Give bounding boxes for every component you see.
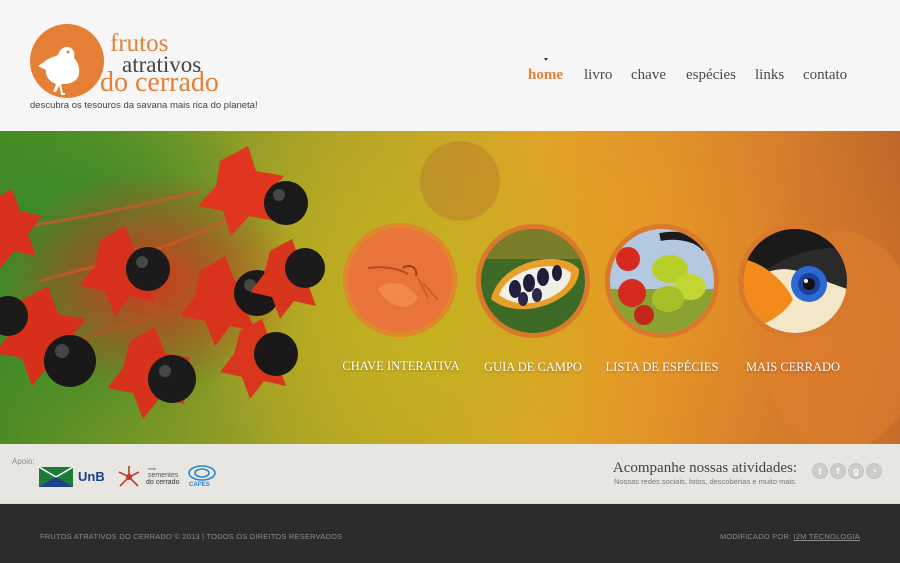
site-tagline: descubra os tesouros da savana mais rica… <box>30 100 258 111</box>
guia-de-campo-circle[interactable] <box>476 224 590 338</box>
active-indicator-icon <box>544 58 548 61</box>
footer: FRUTOS ATRATIVOS DO CERRADO © 2013 | TOD… <box>0 504 900 563</box>
do-cerrado-text: do cerrado <box>146 479 180 486</box>
unb-text: UnB <box>78 469 105 484</box>
mais-cerrado-circle[interactable] <box>738 224 852 338</box>
apoio-label: Apoio: <box>12 457 35 466</box>
mais-cerrado-label[interactable]: MAIS CERRADO <box>713 360 873 375</box>
nav-links[interactable]: links <box>755 67 784 84</box>
header: frutos atrativos do cerrado descubra os … <box>0 0 900 131</box>
nav-livro[interactable]: livro <box>584 67 612 84</box>
facebook-icon[interactable]: f <box>830 463 846 479</box>
sementes-rede-text: rede <box>148 466 157 471</box>
unb-logo[interactable]: UnB <box>38 464 108 490</box>
follow-subtitle: Nossas redes sociais, fotos, descobertas… <box>614 477 797 486</box>
google-plus-icon[interactable]: g <box>848 463 864 479</box>
modified-by: MODIFICADO POR: I2M TECNOLOGIA <box>720 532 860 541</box>
sementes-do-cerrado-logo[interactable]: rede sementes do cerrado <box>116 464 180 490</box>
bird-logo-icon <box>30 24 104 98</box>
rss-icon[interactable]: ◔ <box>866 463 882 479</box>
nav-especies[interactable]: espécies <box>686 67 736 84</box>
follow-title: Acompanhe nossas atividades: <box>612 460 797 476</box>
copyright-text: FRUTOS ATRATIVOS DO CERRADO © 2013 | TOD… <box>40 532 343 541</box>
chave-interativa-circle[interactable] <box>343 223 457 337</box>
support-bar: Apoio: UnB rede sementes do cerrado CAPE… <box>0 444 900 504</box>
modified-by-label: MODIFICADO POR: <box>719 532 794 541</box>
lista-de-especies-circle[interactable] <box>605 224 719 338</box>
twitter-icon[interactable]: t <box>812 463 828 479</box>
nav-home[interactable]: home <box>528 67 563 84</box>
capes-logo[interactable]: CAPES <box>186 464 220 490</box>
capes-text: CAPES <box>189 482 210 488</box>
site-logo[interactable]: frutos atrativos do cerrado descubra os … <box>30 22 260 114</box>
capes-emblem-icon <box>188 465 216 481</box>
nav-contato[interactable]: contato <box>803 67 847 84</box>
hero-banner: CHAVE INTERATIVA GUIA DE CAMPO LISTA DE … <box>0 131 900 444</box>
sementes-text: sementes <box>148 472 179 479</box>
nav-chave[interactable]: chave <box>631 67 666 84</box>
seed-star-icon <box>118 466 140 487</box>
logo-word-do-cerrado: do cerrado <box>100 67 219 98</box>
i2m-tecnologia-link[interactable]: I2M TECNOLOGIA <box>794 532 860 541</box>
